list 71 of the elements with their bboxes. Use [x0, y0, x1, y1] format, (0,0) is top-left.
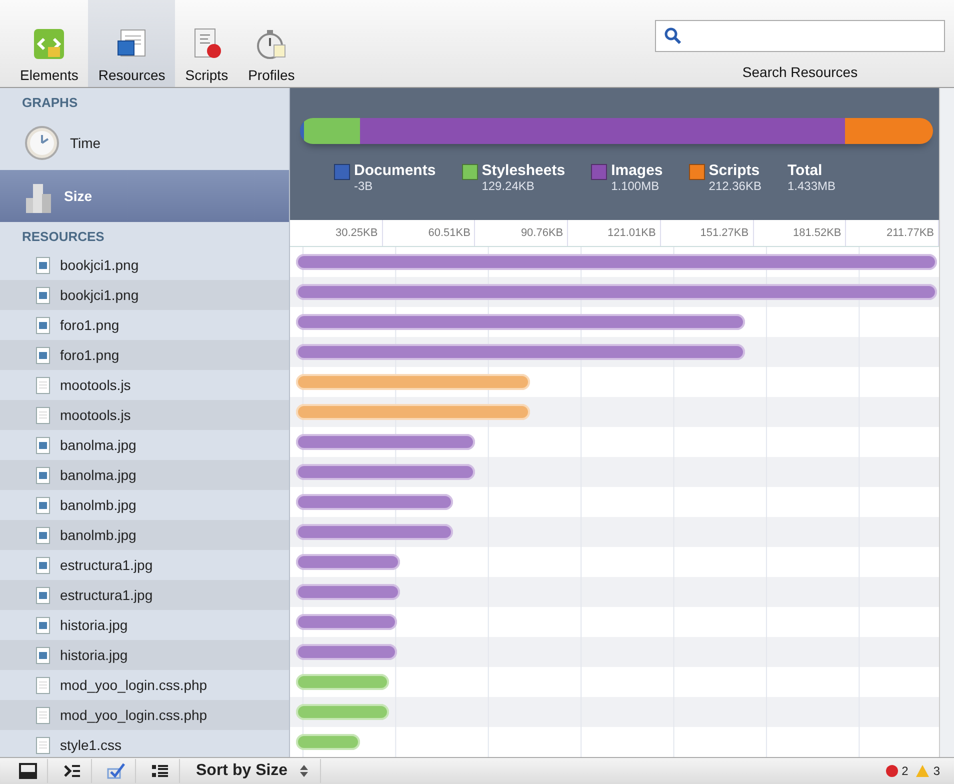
resource-item[interactable]: banolma.jpg [0, 430, 289, 460]
legend-value: 129.24KB [482, 179, 536, 193]
code-tag-icon [32, 27, 66, 61]
scrollbar[interactable] [939, 88, 954, 757]
resource-item[interactable]: mootools.js [0, 400, 289, 430]
search-icon [664, 27, 682, 45]
image-file-icon [36, 256, 50, 274]
legend-label: Scripts [708, 162, 761, 179]
legend-value: 1.100MB [611, 179, 660, 193]
updown-icon [300, 764, 308, 778]
warning-count: 3 [933, 764, 940, 778]
clock-icon [24, 124, 60, 160]
scale-label: 30.25KB [290, 220, 383, 246]
file-icon [36, 736, 50, 754]
section-heading: GRAPHS [21, 94, 79, 112]
image-file-icon [36, 526, 50, 544]
image-file-icon [36, 586, 50, 604]
panel-tab[interactable]: Elements [10, 0, 88, 87]
scale-label: 90.76KB [475, 220, 568, 246]
panel-tab[interactable]: Profiles [238, 0, 305, 87]
scale-label: 121.01KB [568, 220, 661, 246]
image-file-icon [36, 496, 50, 514]
image-file-icon [36, 556, 50, 574]
legend-value: 1.433MB [788, 179, 836, 193]
image-file-icon [36, 646, 50, 664]
stopwatch-icon [254, 27, 288, 61]
scale-label: 60.51KB [382, 220, 476, 246]
file-icon [36, 406, 50, 424]
image-file-icon [36, 616, 50, 634]
legend-label: Total [788, 162, 824, 179]
resource-item[interactable]: historia.jpg [0, 640, 289, 670]
resource-item[interactable]: mootools.js [0, 370, 289, 400]
image-file-icon [36, 316, 50, 334]
legend-label: Documents [354, 162, 436, 179]
section-heading: RESOURCES [21, 228, 106, 246]
sort-select[interactable]: Sort by Size [184, 759, 321, 783]
search-field[interactable] [655, 20, 945, 52]
legend-label: Images [611, 162, 663, 179]
resource-item[interactable]: banolmb.jpg [0, 490, 289, 520]
legend-value: 212.36KB [708, 179, 762, 193]
file-icon [36, 376, 50, 394]
panel-tab[interactable]: Scripts [175, 0, 238, 87]
file-icon [36, 706, 50, 724]
legend-label: Stylesheets [482, 162, 566, 179]
search-label: Search Resources [742, 64, 858, 80]
error-icon [886, 765, 898, 777]
error-count: 2 [902, 764, 908, 778]
graph-item[interactable]: Size [0, 170, 289, 222]
resource-item[interactable]: mod_yoo_login.css.php [0, 700, 289, 730]
legend-value: -3B [354, 179, 374, 193]
resource-item[interactable]: banolmb.jpg [0, 520, 289, 550]
resource-item[interactable]: style1.css [0, 730, 289, 760]
scale-label: 151.27KB [660, 220, 754, 246]
graph-item[interactable]: Time [0, 115, 289, 170]
image-file-icon [36, 286, 50, 304]
resource-item[interactable]: bookjci1.png [0, 250, 289, 280]
resource-item[interactable]: bookjci1.png [0, 280, 289, 310]
image-file-icon [36, 346, 50, 364]
file-icon [36, 676, 50, 694]
scale-label: 181.52KB [754, 220, 846, 246]
image-file-icon [36, 466, 50, 484]
resource-item[interactable]: banolma.jpg [0, 460, 289, 490]
resource-item[interactable]: estructura1.jpg [0, 550, 289, 580]
resource-item[interactable]: foro1.png [0, 310, 289, 340]
resource-item[interactable]: foro1.png [0, 340, 289, 370]
resource-item[interactable]: mod_yoo_login.css.php [0, 670, 289, 700]
resource-item[interactable]: historia.jpg [0, 610, 289, 640]
warning-icon [916, 765, 930, 777]
resource-item[interactable]: estructura1.jpg [0, 580, 289, 610]
panel-tab[interactable]: Resources [88, 0, 176, 87]
image-file-icon [36, 436, 50, 454]
